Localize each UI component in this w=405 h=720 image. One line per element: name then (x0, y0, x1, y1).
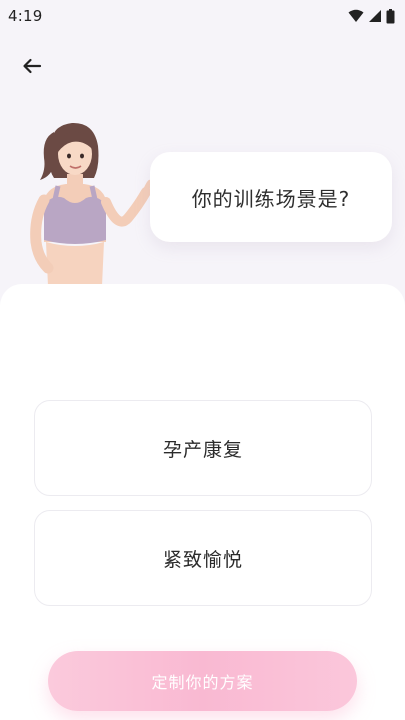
status-bar: 4:19 (0, 0, 405, 32)
signal-icon (368, 9, 382, 23)
option-tighten-pleasure[interactable]: 紧致愉悦 (34, 510, 372, 606)
wifi-icon (348, 9, 364, 23)
status-icons (348, 8, 395, 24)
arrow-left-icon (22, 58, 42, 78)
customize-plan-button[interactable]: 定制你的方案 (48, 651, 357, 711)
trainer-illustration (14, 118, 164, 286)
question-bubble: 你的训练场景是? (150, 152, 392, 242)
option-postpartum-recovery[interactable]: 孕产康复 (34, 400, 372, 496)
status-time: 4:19 (8, 7, 43, 25)
battery-icon (386, 8, 395, 24)
question-text: 你的训练场景是? (191, 186, 351, 211)
back-button[interactable] (18, 54, 46, 82)
